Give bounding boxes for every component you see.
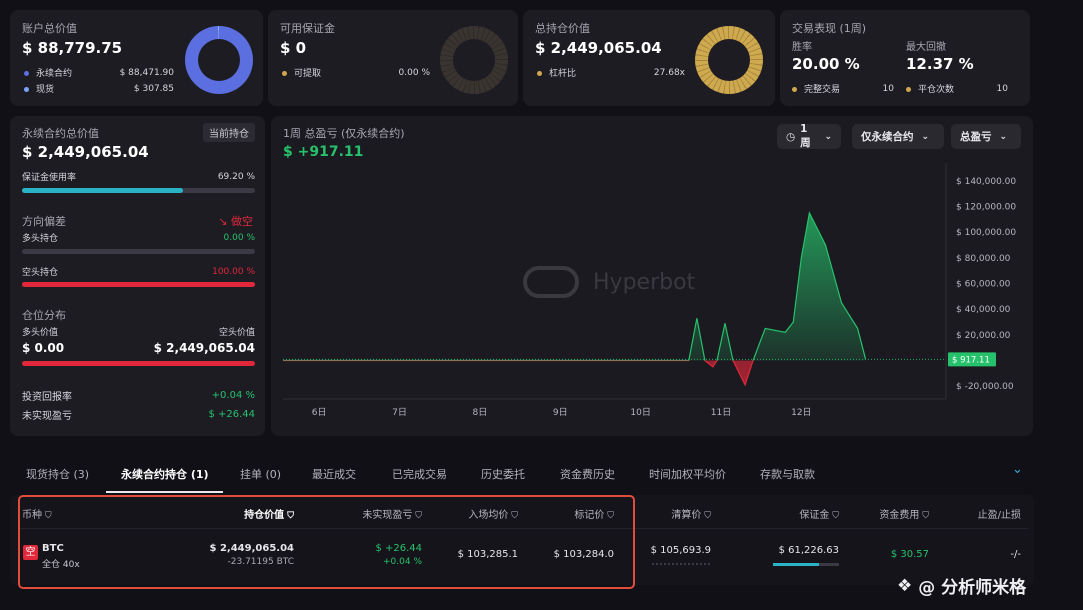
highlight-annotation-box: [18, 495, 635, 589]
y-tick-label: $ 20,000.00: [956, 331, 1011, 341]
tab-6[interactable]: 资金费历史: [560, 466, 615, 482]
perp-total-value: $ 2,449,065.04: [22, 143, 149, 161]
tab-5[interactable]: 历史委托: [481, 466, 525, 482]
total-position-card: 总持仓价值 $ 2,449,065.04 杠杆比 27.68x: [523, 10, 775, 106]
unrealized-pnl-row: 未实现盈亏 $ +26.44: [22, 409, 255, 422]
tab-7[interactable]: 时间加权平均价: [649, 466, 726, 482]
liquidation-dashes: [652, 563, 710, 565]
margin-usage-fill: [22, 188, 184, 193]
position-donut-chart: [695, 26, 763, 94]
liquidation-price: $ 105,693.9: [650, 545, 711, 556]
expand-chevron-icon[interactable]: ⌄: [1012, 462, 1023, 477]
column-header-8[interactable]: 止盈/止损: [978, 506, 1021, 521]
sort-icon: ⛉: [701, 511, 711, 521]
y-tick-label: $ 40,000.00: [956, 305, 1011, 315]
short-position-bar: [22, 282, 255, 287]
column-header-6[interactable]: 保证金 ⛉: [799, 506, 839, 521]
trend-down-icon: ↘: [218, 215, 231, 228]
distribution-bar: [22, 361, 255, 366]
close-dot-icon: [906, 87, 911, 92]
tab-4[interactable]: 已完成交易: [392, 466, 447, 482]
direction-bias-label: 方向偏差: [22, 215, 66, 228]
account-value-title: 账户总价值: [22, 22, 77, 35]
x-tick-label: 8日: [473, 407, 488, 418]
margin-usage-row: 保证金使用率 69.20 %: [22, 171, 255, 184]
margin-usage-bar: [22, 188, 255, 193]
total-position-value: $ 2,449,065.04: [535, 39, 662, 57]
y-tick-label: $ 60,000.00: [956, 280, 1011, 290]
tab-0[interactable]: 现货持仓 (3): [26, 466, 89, 482]
pnl-chart: $ 140,000.00 $ 120,000.00 $ 100,000.00 $ 80…: [283, 163, 1016, 418]
y-tick-label: $ 80,000.00: [956, 254, 1011, 264]
account-value: $ 88,779.75: [22, 39, 123, 57]
available-margin-value: $ 0: [280, 39, 307, 57]
x-tick-label: 9日: [553, 407, 568, 418]
sort-icon: ⛉: [919, 511, 929, 521]
trading-performance-card: 交易表现 (1周) 胜率 20.00 % 最大回撤 12.37 % 完整交易 10…: [780, 10, 1030, 106]
account-spot-row: 现货 $ 307.85: [24, 82, 174, 95]
long-position-bar: [22, 249, 255, 254]
perp-dot-icon: [24, 71, 29, 76]
x-tick-label: 6日: [312, 407, 327, 418]
funding-fee: $ 30.57: [890, 549, 929, 560]
perp-total-title: 永续合约总价值: [22, 127, 99, 140]
y-tick-label: $ 100,000.00: [956, 228, 1016, 238]
close-count-row: 平仓次数 10: [906, 82, 1008, 95]
column-header-5[interactable]: 清算价 ⛉: [671, 506, 711, 521]
win-rate-value: 20.00 %: [792, 55, 860, 73]
y-tick-label: $ 120,000.00: [956, 203, 1016, 213]
value-amounts-row: $ 0.00 $ 2,449,065.04: [22, 341, 255, 355]
roi-row: 投资回报率 +0.04 %: [22, 390, 255, 403]
tpsl-value[interactable]: -/-: [1010, 549, 1021, 560]
author-watermark: ❖ @ 分析师米格: [897, 575, 1027, 599]
tab-8[interactable]: 存款与取款: [760, 466, 815, 482]
withdrawable-dot-icon: [282, 71, 287, 76]
win-rate-label: 胜率: [792, 42, 812, 53]
total-position-title: 总持仓价值: [535, 22, 590, 35]
x-tick-label: 10日: [630, 407, 650, 418]
column-header-7[interactable]: 资金费用 ⛉: [879, 506, 929, 521]
value-labels-row: 多头价值 空头价值: [22, 328, 255, 338]
x-tick-label: 11日: [711, 407, 731, 418]
tab-2[interactable]: 挂单 (0): [240, 466, 281, 482]
leverage-dot-icon: [537, 71, 542, 76]
account-value-card: 账户总价值 $ 88,779.75 永续合约 $ 88,471.90 现货 $ 30…: [10, 10, 263, 106]
margin-bar-fill: [773, 563, 820, 566]
performance-title: 交易表现 (1周): [792, 22, 867, 35]
long-position-row: 多头持仓 0.00 %: [22, 232, 255, 245]
current-position-badge[interactable]: 当前持仓: [203, 123, 255, 142]
pnl-chart-panel: 1周 总盈亏 (仅永续合约) $ +917.11 ◷ 1周 ⌄ 仅永续合约 ⌄ 总盈亏…: [271, 116, 1033, 436]
sort-icon: ⛉: [829, 511, 839, 521]
spot-dot-icon: [24, 87, 29, 92]
max-drawdown-label: 最大回撤: [906, 42, 946, 53]
y-tick-label: $ -20,000.00: [956, 382, 1014, 392]
current-value-label: $ 917.11: [952, 355, 990, 365]
available-margin-title: 可用保证金: [280, 22, 335, 35]
x-tick-label: 12日: [791, 407, 811, 418]
leverage-row: 杠杆比 27.68x: [537, 66, 685, 79]
tab-1[interactable]: 永续合约持仓 (1): [121, 466, 209, 482]
direction-bias-value: ↘ 做空: [218, 215, 253, 228]
tabs-bar: 现货持仓 (3) 永续合约持仓 (1) 挂单 (0) 最近成交 已完成交易 历史委托 资金费…: [0, 455, 1083, 495]
margin-bar: [773, 563, 839, 566]
margin-donut-chart: [440, 26, 508, 94]
available-margin-card: 可用保证金 $ 0 可提取 0.00 %: [268, 10, 518, 106]
account-perp-row: 永续合约 $ 88,471.90: [24, 66, 174, 79]
short-position-row: 空头持仓 100.00 %: [22, 266, 255, 279]
tab-active-underline: [106, 491, 223, 493]
trades-dot-icon: [792, 87, 797, 92]
account-donut-chart: [185, 26, 253, 94]
tab-3[interactable]: 最近成交: [312, 466, 356, 482]
full-trades-row: 完整交易 10: [792, 82, 894, 95]
position-distribution-title: 仓位分布: [22, 309, 66, 322]
y-tick-label: $ 140,000.00: [956, 177, 1016, 187]
diamond-logo-icon: ❖: [897, 575, 913, 596]
perp-summary-panel: 永续合约总价值 当前持仓 $ 2,449,065.04 保证金使用率 69.20 …: [10, 116, 265, 436]
margin-amount: $ 61,226.63: [778, 545, 839, 556]
x-tick-label: 7日: [392, 407, 407, 418]
short-position-fill: [22, 282, 255, 287]
max-drawdown-value: 12.37 %: [906, 55, 974, 73]
withdrawable-row: 可提取 0.00 %: [282, 66, 430, 79]
